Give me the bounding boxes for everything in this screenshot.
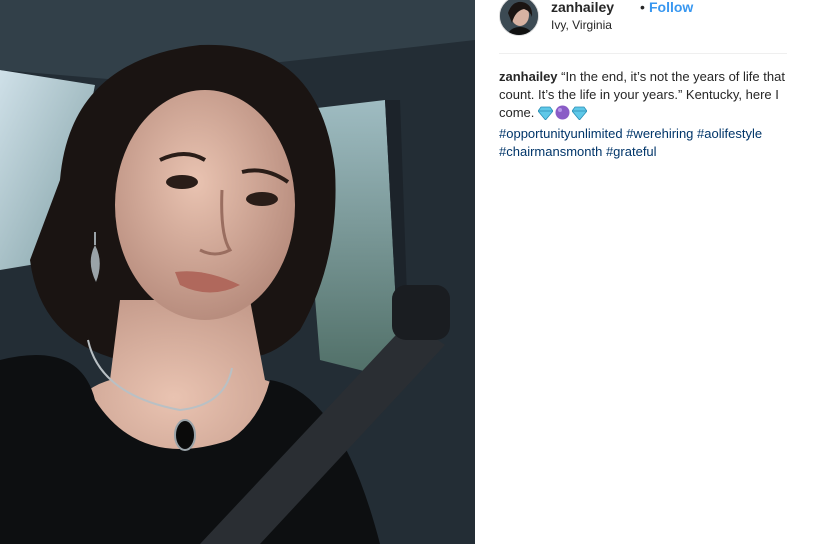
location-link[interactable]: Ivy, Virginia <box>551 18 612 32</box>
follow-button[interactable]: Follow <box>649 0 693 15</box>
gem-icon <box>537 106 554 125</box>
post-caption: zanhailey “In the end, it’s not the year… <box>499 68 791 161</box>
post-header: zanhailey • Follow Ivy, Virginia <box>499 0 787 54</box>
separator-dot: • <box>640 0 645 15</box>
post-username[interactable]: zanhailey <box>551 0 614 15</box>
avatar-image <box>500 0 538 35</box>
hashtag-link[interactable]: #grateful <box>606 144 657 159</box>
hashtag-link[interactable]: #werehiring <box>626 126 693 141</box>
hashtag-link[interactable]: #chairmansmonth <box>499 144 602 159</box>
post-photo[interactable] <box>0 0 475 544</box>
hashtag-link[interactable]: #aolifestyle <box>697 126 762 141</box>
post-sidebar: zanhailey • Follow Ivy, Virginia zanhail… <box>475 0 817 544</box>
gem-icon <box>571 106 588 125</box>
purple-circle-icon <box>555 105 570 125</box>
selfie-image <box>0 0 475 544</box>
caption-username[interactable]: zanhailey <box>499 69 558 84</box>
hashtag-link[interactable]: #opportunityunlimited <box>499 126 623 141</box>
avatar[interactable] <box>499 0 539 36</box>
